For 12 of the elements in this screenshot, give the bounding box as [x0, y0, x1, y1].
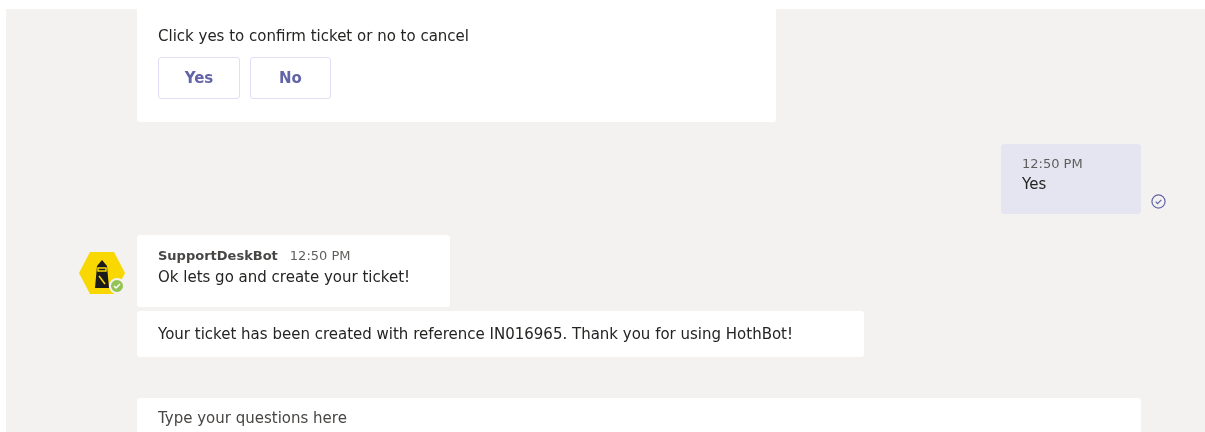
answer-button[interactable]: No	[250, 57, 331, 99]
message-text: Ok lets go and create your ticket!	[158, 268, 411, 286]
message-text: Click yes to confirm ticket or no to cancel	[158, 27, 469, 45]
check-circle-icon	[1151, 194, 1166, 209]
message-time: 12:50 PM	[1022, 156, 1084, 171]
bot-avatar-icon	[79, 252, 125, 294]
message-text: Your ticket has been created with reference IN016965. Thank you for using HothBot!	[158, 325, 794, 343]
answer-button[interactable]: Yes	[158, 57, 240, 99]
message-time: 12:50 PM	[289, 248, 351, 263]
sender-name: SupportDeskBot	[158, 248, 278, 263]
message-input-field[interactable]: Type your questions here	[137, 398, 1141, 432]
message-text: Yes	[1022, 175, 1048, 193]
